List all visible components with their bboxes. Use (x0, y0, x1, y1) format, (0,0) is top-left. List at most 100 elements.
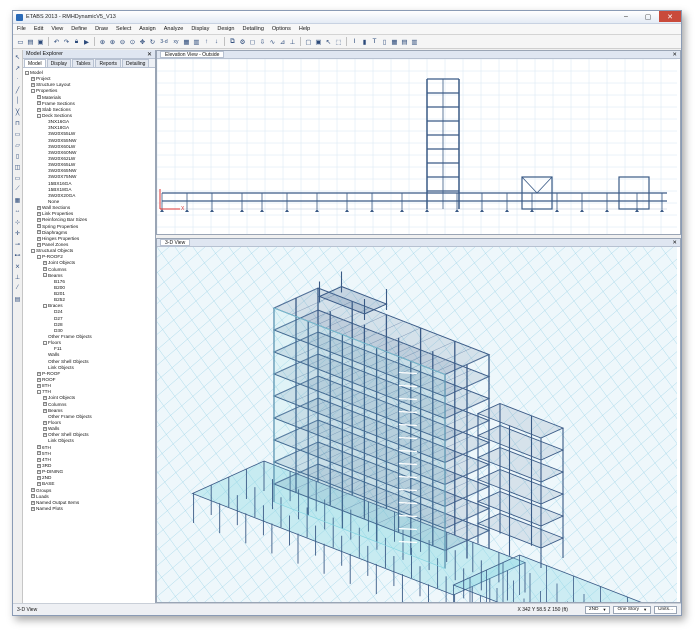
collapse-icon[interactable]: - (43, 304, 47, 309)
menu-display[interactable]: Display (191, 26, 209, 32)
collapse-icon[interactable]: - (31, 248, 35, 253)
draw-rectangle-icon[interactable]: ▭ (14, 130, 22, 138)
tab-reports[interactable]: Reports (95, 59, 121, 67)
concrete-design-icon[interactable]: ▮ (360, 37, 369, 46)
draw-dimension-icon[interactable]: ↔ (14, 207, 22, 215)
draw-floor-icon[interactable]: ▱ (14, 141, 22, 149)
expand-icon[interactable]: + (37, 230, 41, 235)
menu-define[interactable]: Define (71, 26, 87, 32)
expand-icon[interactable]: + (43, 261, 47, 266)
move-up-icon[interactable]: ↑ (202, 37, 211, 46)
collapse-icon[interactable]: - (37, 390, 41, 395)
expand-icon[interactable]: + (43, 396, 47, 401)
expand-icon[interactable]: + (37, 482, 41, 487)
menu-view[interactable]: View (51, 26, 63, 32)
expand-icon[interactable]: + (37, 445, 41, 450)
elevation-view-icon[interactable]: ▥ (192, 37, 201, 46)
collapse-icon[interactable]: - (25, 70, 29, 75)
save-icon[interactable]: ▣ (36, 37, 45, 46)
expand-icon[interactable]: + (31, 488, 35, 493)
menu-file[interactable]: File (17, 26, 26, 32)
table-icon[interactable]: ▤ (400, 37, 409, 46)
pan-icon[interactable]: ✥ (138, 37, 147, 46)
expand-icon[interactable]: + (37, 101, 41, 106)
close-icon[interactable]: ✕ (672, 52, 677, 58)
select-all-icon[interactable]: ▢ (304, 37, 313, 46)
new-file-icon[interactable]: ▭ (16, 37, 25, 46)
expand-icon[interactable]: + (37, 371, 41, 376)
draw-link-icon[interactable]: ⟋ (14, 185, 22, 193)
tree-item[interactable]: + Named Plots (23, 506, 155, 512)
move-down-icon[interactable]: ↓ (212, 37, 221, 46)
redo-icon[interactable]: ↷ (62, 37, 71, 46)
undo-icon[interactable]: ↶ (52, 37, 61, 46)
plan-view-icon[interactable]: ▦ (182, 37, 191, 46)
report-icon[interactable]: ▥ (410, 37, 419, 46)
draw-grid-icon[interactable]: ▦ (14, 196, 22, 204)
elevation-drawing[interactable]: X (157, 59, 677, 234)
refresh-icon[interactable]: ↻ (148, 37, 157, 46)
zoom-window-icon[interactable]: ⊕ (98, 37, 107, 46)
snap-intersection-icon[interactable]: ⨯ (14, 262, 22, 270)
expand-icon[interactable]: + (43, 420, 47, 425)
expand-icon[interactable]: + (43, 408, 47, 413)
tab-model[interactable]: Model (24, 59, 46, 67)
snap-perpendicular-icon[interactable]: ⊥ (14, 273, 22, 281)
draw-beam-icon[interactable]: ╱ (14, 86, 22, 94)
minimize-button[interactable]: – (615, 11, 637, 22)
close-button[interactable]: ✕ (659, 11, 681, 22)
menu-edit[interactable]: Edit (34, 26, 43, 32)
steel-design-icon[interactable]: I (350, 37, 359, 46)
view-3d-button[interactable]: 3-d (158, 37, 170, 46)
draw-slab-icon[interactable]: ▭ (14, 174, 22, 182)
select-pointer-icon[interactable]: ↖ (324, 37, 333, 46)
expand-icon[interactable]: + (37, 463, 41, 468)
expand-icon[interactable]: + (43, 426, 47, 431)
tab-detailing[interactable]: Detailing (122, 59, 150, 67)
menu-draw[interactable]: Draw (95, 26, 108, 32)
expand-icon[interactable]: + (37, 212, 41, 216)
run-analysis-icon[interactable]: ▶ (82, 37, 91, 46)
expand-icon[interactable]: + (37, 218, 41, 223)
collapse-icon[interactable]: - (31, 89, 35, 94)
story-select[interactable]: 2ND ▼ (584, 605, 611, 614)
expand-icon[interactable]: + (37, 205, 41, 210)
expand-icon[interactable]: + (43, 433, 47, 438)
composite-beam-icon[interactable]: T (370, 37, 379, 46)
show-reactions-icon[interactable]: ⊥ (288, 37, 297, 46)
story-mode-select[interactable]: One Story ▼ (613, 605, 652, 614)
maximize-button[interactable]: ▢ (637, 11, 659, 22)
zoom-in-icon[interactable]: ⊕ (108, 37, 117, 46)
draw-wall-icon[interactable]: ▯ (14, 152, 22, 160)
view-xy-button[interactable]: xy (171, 37, 181, 46)
show-deformed-icon[interactable]: ∿ (268, 37, 277, 46)
snap-end-icon[interactable]: ⊸ (14, 240, 22, 248)
reshape-icon[interactable]: ↗ (14, 64, 22, 72)
show-undeformed-icon[interactable]: ◻ (248, 37, 257, 46)
close-icon[interactable]: ✕ (672, 240, 677, 246)
expand-icon[interactable]: + (37, 383, 41, 388)
expand-icon[interactable]: + (31, 500, 35, 505)
menu-detailing[interactable]: Detailing (243, 26, 264, 32)
expand-icon[interactable]: + (37, 224, 41, 229)
expand-icon[interactable]: + (37, 451, 41, 456)
zoom-previous-icon[interactable]: ⊙ (128, 37, 137, 46)
lock-icon[interactable]: 🔒︎ (72, 37, 81, 46)
expand-icon[interactable]: + (37, 242, 41, 247)
expand-icon[interactable]: + (37, 469, 41, 474)
elevation-view-pane[interactable]: Elevation View - Outside ✕ X (156, 50, 681, 235)
expand-icon[interactable]: + (37, 377, 41, 382)
collapse-icon[interactable]: - (37, 113, 41, 118)
snap-middle-icon[interactable]: ⊷ (14, 251, 22, 259)
tab-tables[interactable]: Tables (72, 59, 95, 67)
set-display-options-icon[interactable]: ⚙ (238, 37, 247, 46)
collapse-icon[interactable]: - (43, 273, 47, 278)
draw-column-icon[interactable]: │ (14, 97, 22, 105)
expand-icon[interactable]: + (37, 236, 41, 241)
zoom-out-icon[interactable]: ⊖ (118, 37, 127, 46)
expand-icon[interactable]: + (43, 402, 47, 407)
expand-icon[interactable]: + (37, 476, 41, 481)
object-shrink-icon[interactable]: ⧉ (228, 37, 237, 46)
3d-model-drawing[interactable] (157, 247, 677, 603)
snap-point-icon[interactable]: ✛ (14, 229, 22, 237)
